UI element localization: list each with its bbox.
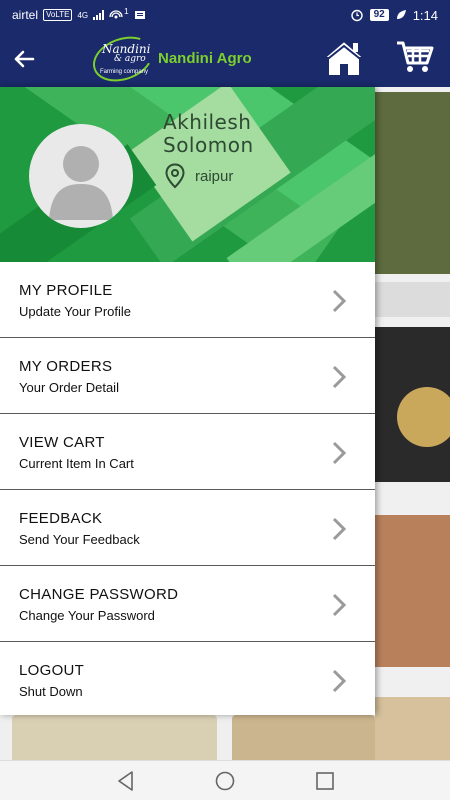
carrier-name: airtel — [12, 8, 39, 22]
battery-level: 92 — [369, 9, 389, 21]
menu-item-title: MY PROFILE — [19, 282, 113, 299]
chevron-right-icon — [332, 669, 347, 693]
menu-item-title: MY ORDERS — [19, 358, 113, 375]
message-icon — [134, 11, 145, 19]
background-content — [375, 87, 450, 760]
user-location: raipur — [165, 163, 233, 189]
nav-home-icon[interactable] — [213, 769, 237, 793]
location-pin-icon — [165, 163, 185, 189]
home-icon[interactable] — [322, 38, 366, 78]
menu-item-subtitle: Shut Down — [19, 684, 83, 699]
logo-line2: & agro — [114, 53, 146, 64]
clock-time: 1:14 — [412, 7, 438, 23]
chevron-right-icon — [332, 289, 347, 313]
menu-item-subtitle: Change Your Password — [19, 608, 155, 623]
menu-item-change-password[interactable]: CHANGE PASSWORD Change Your Password — [0, 566, 375, 642]
back-button[interactable] — [0, 30, 48, 87]
chevron-right-icon — [332, 441, 347, 465]
menu-item-title: VIEW CART — [19, 434, 105, 451]
menu-item-logout[interactable]: LOGOUT Shut Down — [0, 642, 375, 715]
menu-item-subtitle: Your Order Detail — [19, 380, 119, 395]
background-banner — [375, 282, 450, 317]
signal-icon — [93, 10, 105, 20]
menu-item-my-profile[interactable]: MY PROFILE Update Your Profile — [0, 262, 375, 338]
leaf-icon — [396, 10, 406, 19]
drawer-menu: MY PROFILE Update Your Profile MY ORDERS… — [0, 262, 375, 715]
background-image-beans — [12, 715, 217, 760]
hotspot-icon — [109, 10, 123, 19]
cart-icon[interactable] — [396, 40, 434, 74]
menu-item-title: CHANGE PASSWORD — [19, 586, 179, 603]
user-name: Akhilesh Solomon — [163, 111, 254, 157]
brand-name: Nandini Agro — [158, 50, 252, 67]
logo-mark: Nandini & agro Farming company — [86, 28, 160, 89]
network-type: 4G — [77, 10, 89, 20]
user-location-text: raipur — [195, 167, 234, 185]
menu-item-subtitle: Update Your Profile — [19, 304, 132, 319]
system-nav-bar — [0, 760, 450, 800]
menu-item-view-cart[interactable]: VIEW CART Current Item In Cart — [0, 414, 375, 490]
chevron-right-icon — [332, 593, 347, 617]
back-arrow-icon — [14, 50, 35, 67]
menu-item-subtitle: Current Item In Cart — [19, 456, 134, 471]
drawer-header: Akhilesh Solomon raipur — [0, 87, 375, 262]
volte-badge: VoLTE — [43, 9, 73, 21]
menu-item-title: FEEDBACK — [19, 510, 103, 527]
brand-logo: Nandini & agro Farming company Nandini A… — [86, 28, 252, 89]
chevron-right-icon — [332, 517, 347, 541]
app-bar: Nandini & agro Farming company Nandini A… — [0, 28, 450, 89]
background-product-row — [0, 715, 375, 760]
menu-item-my-orders[interactable]: MY ORDERS Your Order Detail — [0, 338, 375, 414]
avatar[interactable] — [29, 124, 133, 228]
user-last-name: Solomon — [163, 133, 254, 157]
menu-item-subtitle: Send Your Feedback — [19, 532, 140, 547]
logo-tagline: Farming company — [100, 68, 149, 75]
background-image-grain — [375, 697, 450, 760]
background-image-lentils — [375, 515, 450, 667]
background-image-rice — [232, 715, 375, 760]
alarm-icon — [350, 9, 363, 22]
user-placeholder-icon — [49, 146, 113, 220]
hotspot-count: 1 — [124, 6, 129, 16]
background-image-field — [375, 92, 450, 274]
navigation-drawer: Akhilesh Solomon raipur MY PROFILE Updat… — [0, 87, 375, 715]
nav-back-icon[interactable] — [114, 769, 138, 793]
menu-item-feedback[interactable]: FEEDBACK Send Your Feedback — [0, 490, 375, 566]
nav-recents-icon[interactable] — [313, 769, 337, 793]
background-image-flour — [375, 327, 450, 482]
user-first-name: Akhilesh — [163, 110, 252, 134]
status-bar: airtel VoLTE 4G 1 92 1:14 — [0, 0, 450, 30]
menu-item-title: LOGOUT — [19, 662, 85, 679]
chevron-right-icon — [332, 365, 347, 389]
